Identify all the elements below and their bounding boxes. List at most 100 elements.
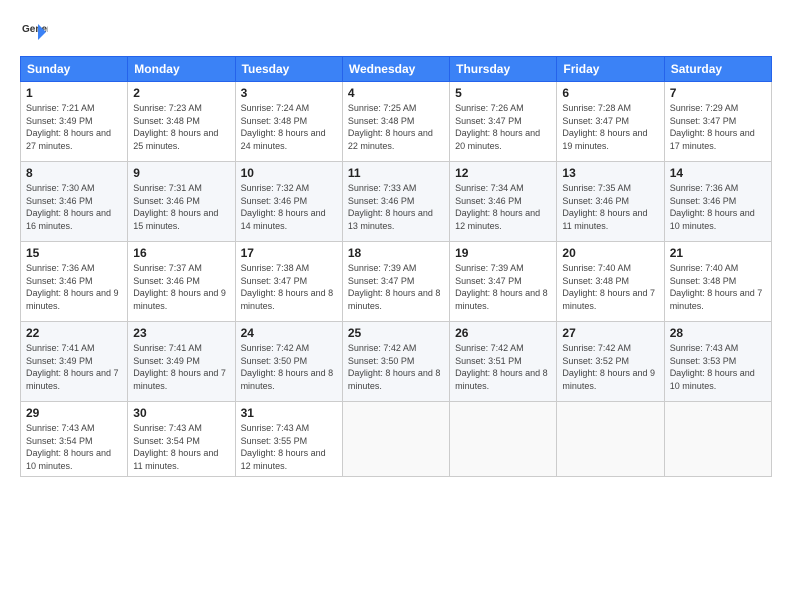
- table-row: 22 Sunrise: 7:41 AMSunset: 3:49 PMDaylig…: [21, 322, 128, 402]
- day-number: 17: [241, 246, 337, 260]
- table-row: 7 Sunrise: 7:29 AMSunset: 3:47 PMDayligh…: [664, 82, 771, 162]
- day-info: Sunrise: 7:36 AMSunset: 3:46 PMDaylight:…: [26, 262, 122, 312]
- day-info: Sunrise: 7:35 AMSunset: 3:46 PMDaylight:…: [562, 182, 658, 232]
- table-row: 29 Sunrise: 7:43 AMSunset: 3:54 PMDaylig…: [21, 402, 128, 477]
- day-info: Sunrise: 7:43 AMSunset: 3:54 PMDaylight:…: [133, 422, 229, 472]
- day-info: Sunrise: 7:41 AMSunset: 3:49 PMDaylight:…: [26, 342, 122, 392]
- table-row: 26 Sunrise: 7:42 AMSunset: 3:51 PMDaylig…: [450, 322, 557, 402]
- table-row: 18 Sunrise: 7:39 AMSunset: 3:47 PMDaylig…: [342, 242, 449, 322]
- calendar-table: SundayMondayTuesdayWednesdayThursdayFrid…: [20, 56, 772, 477]
- day-info: Sunrise: 7:30 AMSunset: 3:46 PMDaylight:…: [26, 182, 122, 232]
- day-info: Sunrise: 7:43 AMSunset: 3:54 PMDaylight:…: [26, 422, 122, 472]
- day-info: Sunrise: 7:24 AMSunset: 3:48 PMDaylight:…: [241, 102, 337, 152]
- table-row: 27 Sunrise: 7:42 AMSunset: 3:52 PMDaylig…: [557, 322, 664, 402]
- day-info: Sunrise: 7:32 AMSunset: 3:46 PMDaylight:…: [241, 182, 337, 232]
- table-row: [342, 402, 449, 477]
- day-number: 27: [562, 326, 658, 340]
- day-number: 14: [670, 166, 766, 180]
- table-row: 10 Sunrise: 7:32 AMSunset: 3:46 PMDaylig…: [235, 162, 342, 242]
- table-row: 9 Sunrise: 7:31 AMSunset: 3:46 PMDayligh…: [128, 162, 235, 242]
- day-info: Sunrise: 7:40 AMSunset: 3:48 PMDaylight:…: [562, 262, 658, 312]
- day-number: 16: [133, 246, 229, 260]
- day-number: 2: [133, 86, 229, 100]
- table-row: 24 Sunrise: 7:42 AMSunset: 3:50 PMDaylig…: [235, 322, 342, 402]
- day-number: 4: [348, 86, 444, 100]
- day-number: 21: [670, 246, 766, 260]
- day-number: 20: [562, 246, 658, 260]
- day-info: Sunrise: 7:42 AMSunset: 3:51 PMDaylight:…: [455, 342, 551, 392]
- day-number: 29: [26, 406, 122, 420]
- day-info: Sunrise: 7:43 AMSunset: 3:53 PMDaylight:…: [670, 342, 766, 392]
- table-row: 11 Sunrise: 7:33 AMSunset: 3:46 PMDaylig…: [342, 162, 449, 242]
- day-info: Sunrise: 7:26 AMSunset: 3:47 PMDaylight:…: [455, 102, 551, 152]
- day-info: Sunrise: 7:37 AMSunset: 3:46 PMDaylight:…: [133, 262, 229, 312]
- table-row: 21 Sunrise: 7:40 AMSunset: 3:48 PMDaylig…: [664, 242, 771, 322]
- logo-icon: General: [20, 18, 48, 46]
- day-number: 22: [26, 326, 122, 340]
- day-number: 13: [562, 166, 658, 180]
- table-row: 19 Sunrise: 7:39 AMSunset: 3:47 PMDaylig…: [450, 242, 557, 322]
- day-number: 15: [26, 246, 122, 260]
- table-row: 3 Sunrise: 7:24 AMSunset: 3:48 PMDayligh…: [235, 82, 342, 162]
- table-row: 23 Sunrise: 7:41 AMSunset: 3:49 PMDaylig…: [128, 322, 235, 402]
- day-number: 25: [348, 326, 444, 340]
- day-info: Sunrise: 7:39 AMSunset: 3:47 PMDaylight:…: [348, 262, 444, 312]
- col-header-tuesday: Tuesday: [235, 57, 342, 82]
- col-header-wednesday: Wednesday: [342, 57, 449, 82]
- day-info: Sunrise: 7:39 AMSunset: 3:47 PMDaylight:…: [455, 262, 551, 312]
- day-info: Sunrise: 7:36 AMSunset: 3:46 PMDaylight:…: [670, 182, 766, 232]
- day-info: Sunrise: 7:42 AMSunset: 3:52 PMDaylight:…: [562, 342, 658, 392]
- day-number: 1: [26, 86, 122, 100]
- table-row: 20 Sunrise: 7:40 AMSunset: 3:48 PMDaylig…: [557, 242, 664, 322]
- col-header-sunday: Sunday: [21, 57, 128, 82]
- day-number: 24: [241, 326, 337, 340]
- day-number: 10: [241, 166, 337, 180]
- col-header-monday: Monday: [128, 57, 235, 82]
- col-header-saturday: Saturday: [664, 57, 771, 82]
- day-info: Sunrise: 7:28 AMSunset: 3:47 PMDaylight:…: [562, 102, 658, 152]
- col-header-thursday: Thursday: [450, 57, 557, 82]
- table-row: 30 Sunrise: 7:43 AMSunset: 3:54 PMDaylig…: [128, 402, 235, 477]
- table-row: [557, 402, 664, 477]
- day-info: Sunrise: 7:40 AMSunset: 3:48 PMDaylight:…: [670, 262, 766, 312]
- day-number: 18: [348, 246, 444, 260]
- table-row: 1 Sunrise: 7:21 AMSunset: 3:49 PMDayligh…: [21, 82, 128, 162]
- table-row: [450, 402, 557, 477]
- table-row: 8 Sunrise: 7:30 AMSunset: 3:46 PMDayligh…: [21, 162, 128, 242]
- day-number: 28: [670, 326, 766, 340]
- table-row: 5 Sunrise: 7:26 AMSunset: 3:47 PMDayligh…: [450, 82, 557, 162]
- table-row: 6 Sunrise: 7:28 AMSunset: 3:47 PMDayligh…: [557, 82, 664, 162]
- day-info: Sunrise: 7:34 AMSunset: 3:46 PMDaylight:…: [455, 182, 551, 232]
- day-number: 31: [241, 406, 337, 420]
- day-info: Sunrise: 7:42 AMSunset: 3:50 PMDaylight:…: [348, 342, 444, 392]
- table-row: 16 Sunrise: 7:37 AMSunset: 3:46 PMDaylig…: [128, 242, 235, 322]
- day-info: Sunrise: 7:29 AMSunset: 3:47 PMDaylight:…: [670, 102, 766, 152]
- day-number: 11: [348, 166, 444, 180]
- day-number: 12: [455, 166, 551, 180]
- day-number: 6: [562, 86, 658, 100]
- page-header: General: [20, 18, 772, 46]
- table-row: 25 Sunrise: 7:42 AMSunset: 3:50 PMDaylig…: [342, 322, 449, 402]
- table-row: 2 Sunrise: 7:23 AMSunset: 3:48 PMDayligh…: [128, 82, 235, 162]
- table-row: 4 Sunrise: 7:25 AMSunset: 3:48 PMDayligh…: [342, 82, 449, 162]
- table-row: 12 Sunrise: 7:34 AMSunset: 3:46 PMDaylig…: [450, 162, 557, 242]
- day-number: 30: [133, 406, 229, 420]
- table-row: 15 Sunrise: 7:36 AMSunset: 3:46 PMDaylig…: [21, 242, 128, 322]
- day-info: Sunrise: 7:38 AMSunset: 3:47 PMDaylight:…: [241, 262, 337, 312]
- table-row: 13 Sunrise: 7:35 AMSunset: 3:46 PMDaylig…: [557, 162, 664, 242]
- day-info: Sunrise: 7:21 AMSunset: 3:49 PMDaylight:…: [26, 102, 122, 152]
- day-info: Sunrise: 7:42 AMSunset: 3:50 PMDaylight:…: [241, 342, 337, 392]
- day-number: 8: [26, 166, 122, 180]
- day-info: Sunrise: 7:25 AMSunset: 3:48 PMDaylight:…: [348, 102, 444, 152]
- logo: General: [20, 18, 52, 46]
- day-number: 3: [241, 86, 337, 100]
- day-info: Sunrise: 7:31 AMSunset: 3:46 PMDaylight:…: [133, 182, 229, 232]
- table-row: 28 Sunrise: 7:43 AMSunset: 3:53 PMDaylig…: [664, 322, 771, 402]
- day-info: Sunrise: 7:43 AMSunset: 3:55 PMDaylight:…: [241, 422, 337, 472]
- day-number: 5: [455, 86, 551, 100]
- day-info: Sunrise: 7:23 AMSunset: 3:48 PMDaylight:…: [133, 102, 229, 152]
- table-row: 31 Sunrise: 7:43 AMSunset: 3:55 PMDaylig…: [235, 402, 342, 477]
- table-row: 14 Sunrise: 7:36 AMSunset: 3:46 PMDaylig…: [664, 162, 771, 242]
- day-number: 9: [133, 166, 229, 180]
- day-info: Sunrise: 7:33 AMSunset: 3:46 PMDaylight:…: [348, 182, 444, 232]
